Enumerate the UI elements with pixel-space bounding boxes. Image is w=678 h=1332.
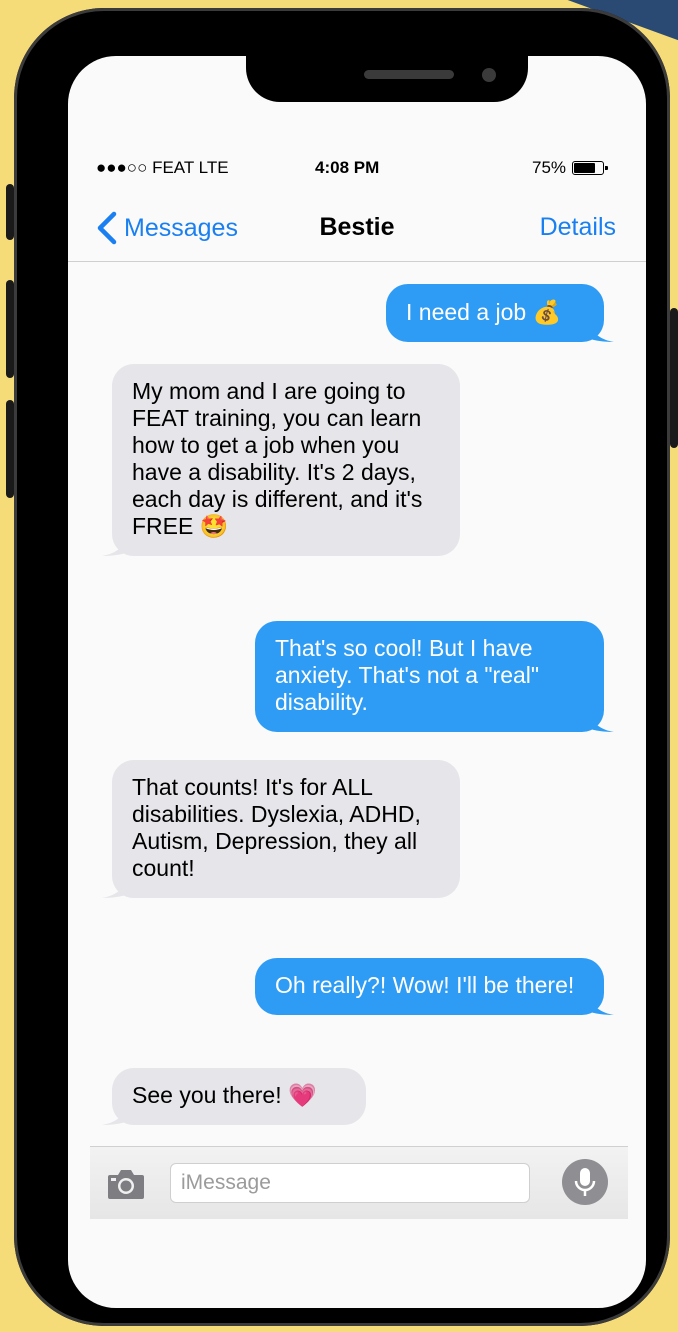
status-bar: ●●●○○ FEAT LTE 4:08 PM 75%	[68, 156, 646, 180]
silent-switch	[6, 184, 14, 240]
front-camera	[482, 68, 496, 82]
battery-status: 75%	[532, 158, 609, 178]
battery-icon	[572, 161, 609, 175]
message-text: I need a job 💰	[406, 299, 562, 325]
message-bubble-received[interactable]: My mom and I are going to FEAT training,…	[102, 364, 460, 556]
message-text: That's so cool! But I have anxiety. That…	[275, 635, 540, 715]
battery-percent: 75%	[532, 158, 567, 177]
speaker-grille	[364, 70, 454, 79]
volume-up-button	[6, 280, 14, 378]
battery-level	[574, 163, 596, 173]
message-text: Oh really?! Wow! I'll be there!	[275, 972, 575, 998]
message-bubble-sent[interactable]: Oh really?! Wow! I'll be there!	[255, 958, 614, 1015]
notch	[246, 56, 528, 102]
message-bubble-sent[interactable]: That's so cool! But I have anxiety. That…	[255, 621, 614, 732]
status-time: 4:08 PM	[315, 158, 380, 177]
microphone-icon	[574, 1168, 596, 1196]
message-bubble-sent[interactable]: I need a job 💰	[386, 284, 614, 342]
microphone-button[interactable]	[562, 1159, 608, 1205]
details-button[interactable]: Details	[540, 213, 616, 242]
carrier-signal: ●●●○○ FEAT LTE	[96, 158, 229, 177]
volume-down-button	[6, 400, 14, 498]
power-button	[670, 308, 678, 448]
phone-frame: ●●●○○ FEAT LTE 4:08 PM 75% Messages Best…	[6, 8, 678, 1326]
camera-icon[interactable]	[106, 1167, 146, 1201]
message-composer	[90, 1146, 628, 1219]
message-bubble-received[interactable]: See you there! 💗	[102, 1068, 366, 1125]
message-text: See you there! 💗	[132, 1082, 317, 1108]
phone-screen: ●●●○○ FEAT LTE 4:08 PM 75% Messages Best…	[68, 56, 646, 1308]
conversation-header: Messages Bestie Details	[68, 201, 646, 262]
message-input[interactable]	[170, 1163, 530, 1203]
message-text: That counts! It's for ALL disabilities. …	[132, 774, 421, 881]
message-text: My mom and I are going to FEAT training,…	[132, 378, 423, 539]
message-bubble-received[interactable]: That counts! It's for ALL disabilities. …	[102, 760, 460, 898]
